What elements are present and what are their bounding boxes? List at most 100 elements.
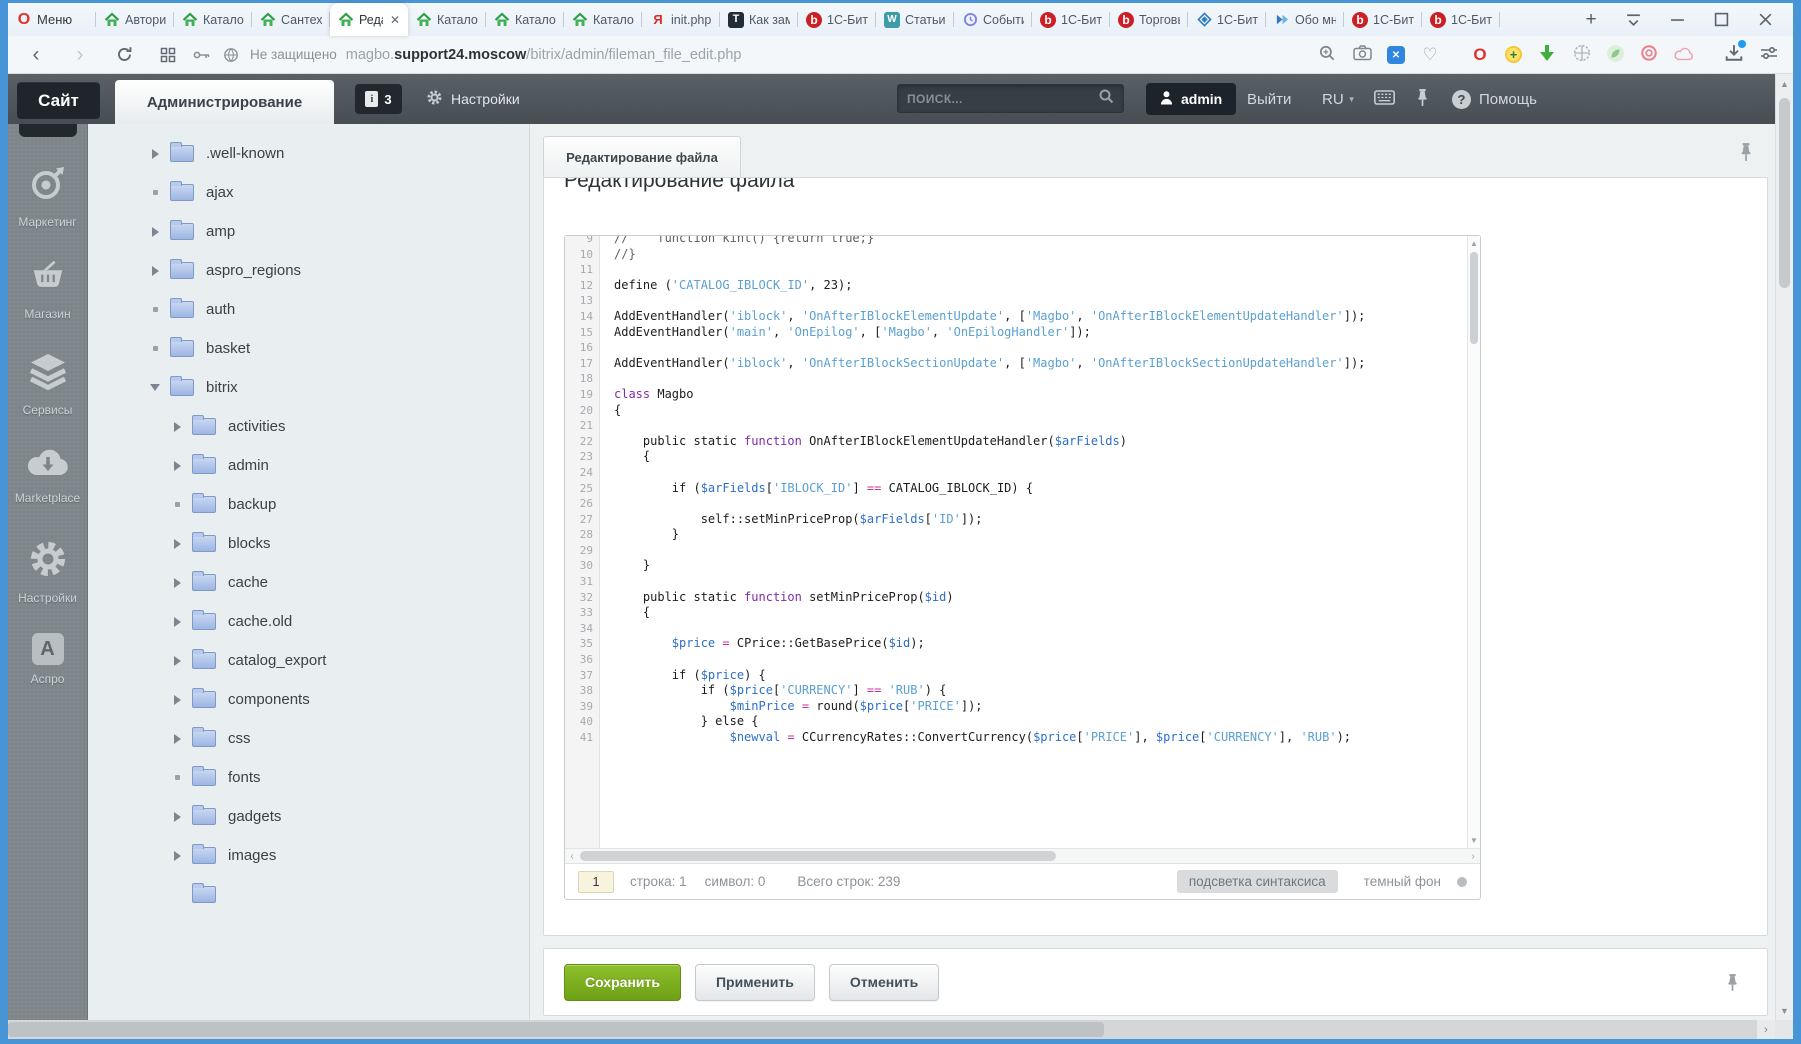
browser-tab[interactable]: Каталог (	[174, 3, 252, 36]
opera-ext-icon[interactable]: O	[1470, 45, 1490, 65]
scroll-right-icon[interactable]: ›	[1466, 849, 1480, 864]
minimize-button[interactable]	[1655, 3, 1699, 36]
tree-item-cache.old[interactable]: cache.old	[88, 602, 529, 641]
close-button[interactable]	[1743, 3, 1787, 36]
tree-toggle-icon[interactable]	[170, 734, 184, 744]
search-icon[interactable]	[1098, 88, 1114, 109]
editor-vertical-scrollbar[interactable]: ▲ ▼	[1467, 236, 1480, 848]
browser-tab[interactable]: Каталог (	[564, 3, 642, 36]
notifications-button[interactable]: i 3	[355, 84, 402, 114]
panel-pin-icon[interactable]	[1739, 142, 1753, 162]
page-horizontal-scrollbar[interactable]: ›	[8, 1020, 1775, 1039]
tab-close-icon[interactable]: ✕	[388, 13, 400, 27]
code-area[interactable]: 9101112131415161718192021222324252627282…	[565, 236, 1480, 848]
globe-gray-icon[interactable]	[1572, 43, 1592, 67]
page-vscroll-thumb[interactable]	[1779, 98, 1790, 288]
editor-vscroll-thumb[interactable]	[1470, 252, 1478, 344]
tree-toggle-icon[interactable]	[170, 617, 184, 627]
cancel-button[interactable]: Отменить	[829, 964, 939, 1001]
tree-item-ajax[interactable]: ajax	[88, 173, 529, 212]
maximize-button[interactable]	[1699, 3, 1743, 36]
tabs-menu-button[interactable]	[1611, 3, 1655, 36]
tree-item-activities[interactable]: activities	[88, 407, 529, 446]
tree-item-blocks[interactable]: blocks	[88, 524, 529, 563]
browser-menu-button[interactable]: OМеню	[8, 3, 96, 36]
tree-toggle-icon[interactable]	[170, 502, 184, 507]
tree-item-.well-known[interactable]: .well-known	[88, 134, 529, 173]
scroll-left-icon[interactable]: ‹	[565, 849, 579, 864]
speeddial-icon[interactable]	[158, 45, 178, 65]
green-arrow-icon[interactable]	[1537, 43, 1557, 67]
security-label[interactable]: Не защищено	[250, 47, 337, 62]
url-text[interactable]: magbo.support24.moscow/bitrix/admin/file…	[346, 47, 742, 63]
forward-icon[interactable]: ›	[70, 45, 90, 65]
page-scroll-right-icon[interactable]: ›	[1757, 1020, 1775, 1039]
browser-tab[interactable]: b1С-Битр	[1422, 3, 1500, 36]
page-vertical-scrollbar[interactable]: ▲ ▼	[1775, 74, 1793, 1020]
user-button[interactable]: admin	[1146, 83, 1236, 115]
hotkeys-button[interactable]	[1374, 74, 1395, 124]
browser-tab[interactable]: bТорговы	[1110, 3, 1188, 36]
tree-item-css[interactable]: css	[88, 719, 529, 758]
browser-tab[interactable]: Сантехни	[252, 3, 330, 36]
scroll-up-icon[interactable]: ▲	[1468, 239, 1480, 248]
browser-tab[interactable]: b1С-Битри	[798, 3, 876, 36]
browser-tab[interactable]: b1С-Битр	[1032, 3, 1110, 36]
tree-toggle-icon[interactable]	[148, 346, 162, 351]
tree-item-fonts[interactable]: fonts	[88, 758, 529, 797]
browser-tab[interactable]: Редак✕	[330, 3, 408, 36]
page-scroll-down-icon[interactable]: ▼	[1776, 1006, 1793, 1016]
header-pin-button[interactable]	[1416, 74, 1429, 124]
tree-item-components[interactable]: components	[88, 680, 529, 719]
browser-tab[interactable]: Каталог н	[408, 3, 486, 36]
page-hscroll-thumb[interactable]	[8, 1022, 1104, 1037]
syntax-highlight-toggle[interactable]: подсветка синтаксиса	[1177, 870, 1338, 893]
back-icon[interactable]: ‹	[26, 45, 46, 65]
new-tab-button[interactable]: +	[1571, 3, 1611, 36]
tree-toggle-icon[interactable]	[170, 695, 184, 705]
apply-button[interactable]: Применить	[695, 964, 815, 1001]
browser-tab[interactable]: b1С-Битр	[1344, 3, 1422, 36]
shield-icon[interactable]: ✕	[1387, 45, 1405, 65]
tree-toggle-icon[interactable]	[170, 656, 184, 666]
tree-toggle-icon[interactable]	[148, 307, 162, 312]
page-scroll-up-icon[interactable]: ▲	[1776, 79, 1793, 89]
tree-toggle-icon[interactable]	[170, 461, 184, 471]
dark-theme-label[interactable]: темный фон	[1364, 874, 1441, 889]
tree-toggle-icon[interactable]	[170, 539, 184, 549]
downloads-icon[interactable]	[1724, 43, 1744, 67]
tree-item-amp[interactable]: amp	[88, 212, 529, 251]
header-settings-button[interactable]: Настройки	[426, 74, 520, 124]
language-selector[interactable]: RU▼	[1322, 74, 1356, 124]
browser-tab[interactable]: WСтатьи	[876, 3, 954, 36]
address-field[interactable]: Не защищено magbo.support24.moscow/bitri…	[192, 45, 1303, 65]
scroll-down-icon[interactable]: ▼	[1468, 836, 1480, 845]
tree-toggle-icon[interactable]	[148, 384, 162, 391]
tree-item-aspro_regions[interactable]: aspro_regions	[88, 251, 529, 290]
sidebar-item-marketplace[interactable]: Marketplace	[8, 445, 87, 513]
tree-item-gadgets[interactable]: gadgets	[88, 797, 529, 836]
heart-icon[interactable]: ♡	[1420, 45, 1440, 65]
tab-file-edit[interactable]: Редактирование файла	[543, 136, 741, 177]
leaf-icon[interactable]	[1607, 45, 1624, 64]
tree-toggle-icon[interactable]	[148, 190, 162, 195]
browser-tab[interactable]: 1С-Битр	[1188, 3, 1266, 36]
sidebar-collapsed-panel[interactable]	[19, 124, 77, 137]
tree-item-cache[interactable]: cache	[88, 563, 529, 602]
coin-icon[interactable]: +	[1505, 46, 1522, 64]
tree-item-backup[interactable]: backup	[88, 485, 529, 524]
tree-toggle-icon[interactable]	[170, 812, 184, 822]
camera-icon[interactable]	[1352, 43, 1372, 66]
spiral-icon[interactable]	[1639, 43, 1659, 67]
zoom-icon[interactable]	[1317, 43, 1337, 67]
tree-item-partial[interactable]	[88, 875, 529, 906]
tree-item-basket[interactable]: basket	[88, 329, 529, 368]
tree-toggle-icon[interactable]	[170, 775, 184, 780]
reload-icon[interactable]	[114, 45, 134, 65]
site-button[interactable]: Сайт	[17, 82, 100, 119]
sidebar-item-магазин[interactable]: Магазин	[8, 257, 87, 325]
tune-icon[interactable]	[1759, 43, 1779, 66]
save-button[interactable]: Сохранить	[564, 964, 681, 1001]
browser-tab[interactable]: Событие	[954, 3, 1032, 36]
tree-item-bitrix[interactable]: bitrix	[88, 368, 529, 407]
